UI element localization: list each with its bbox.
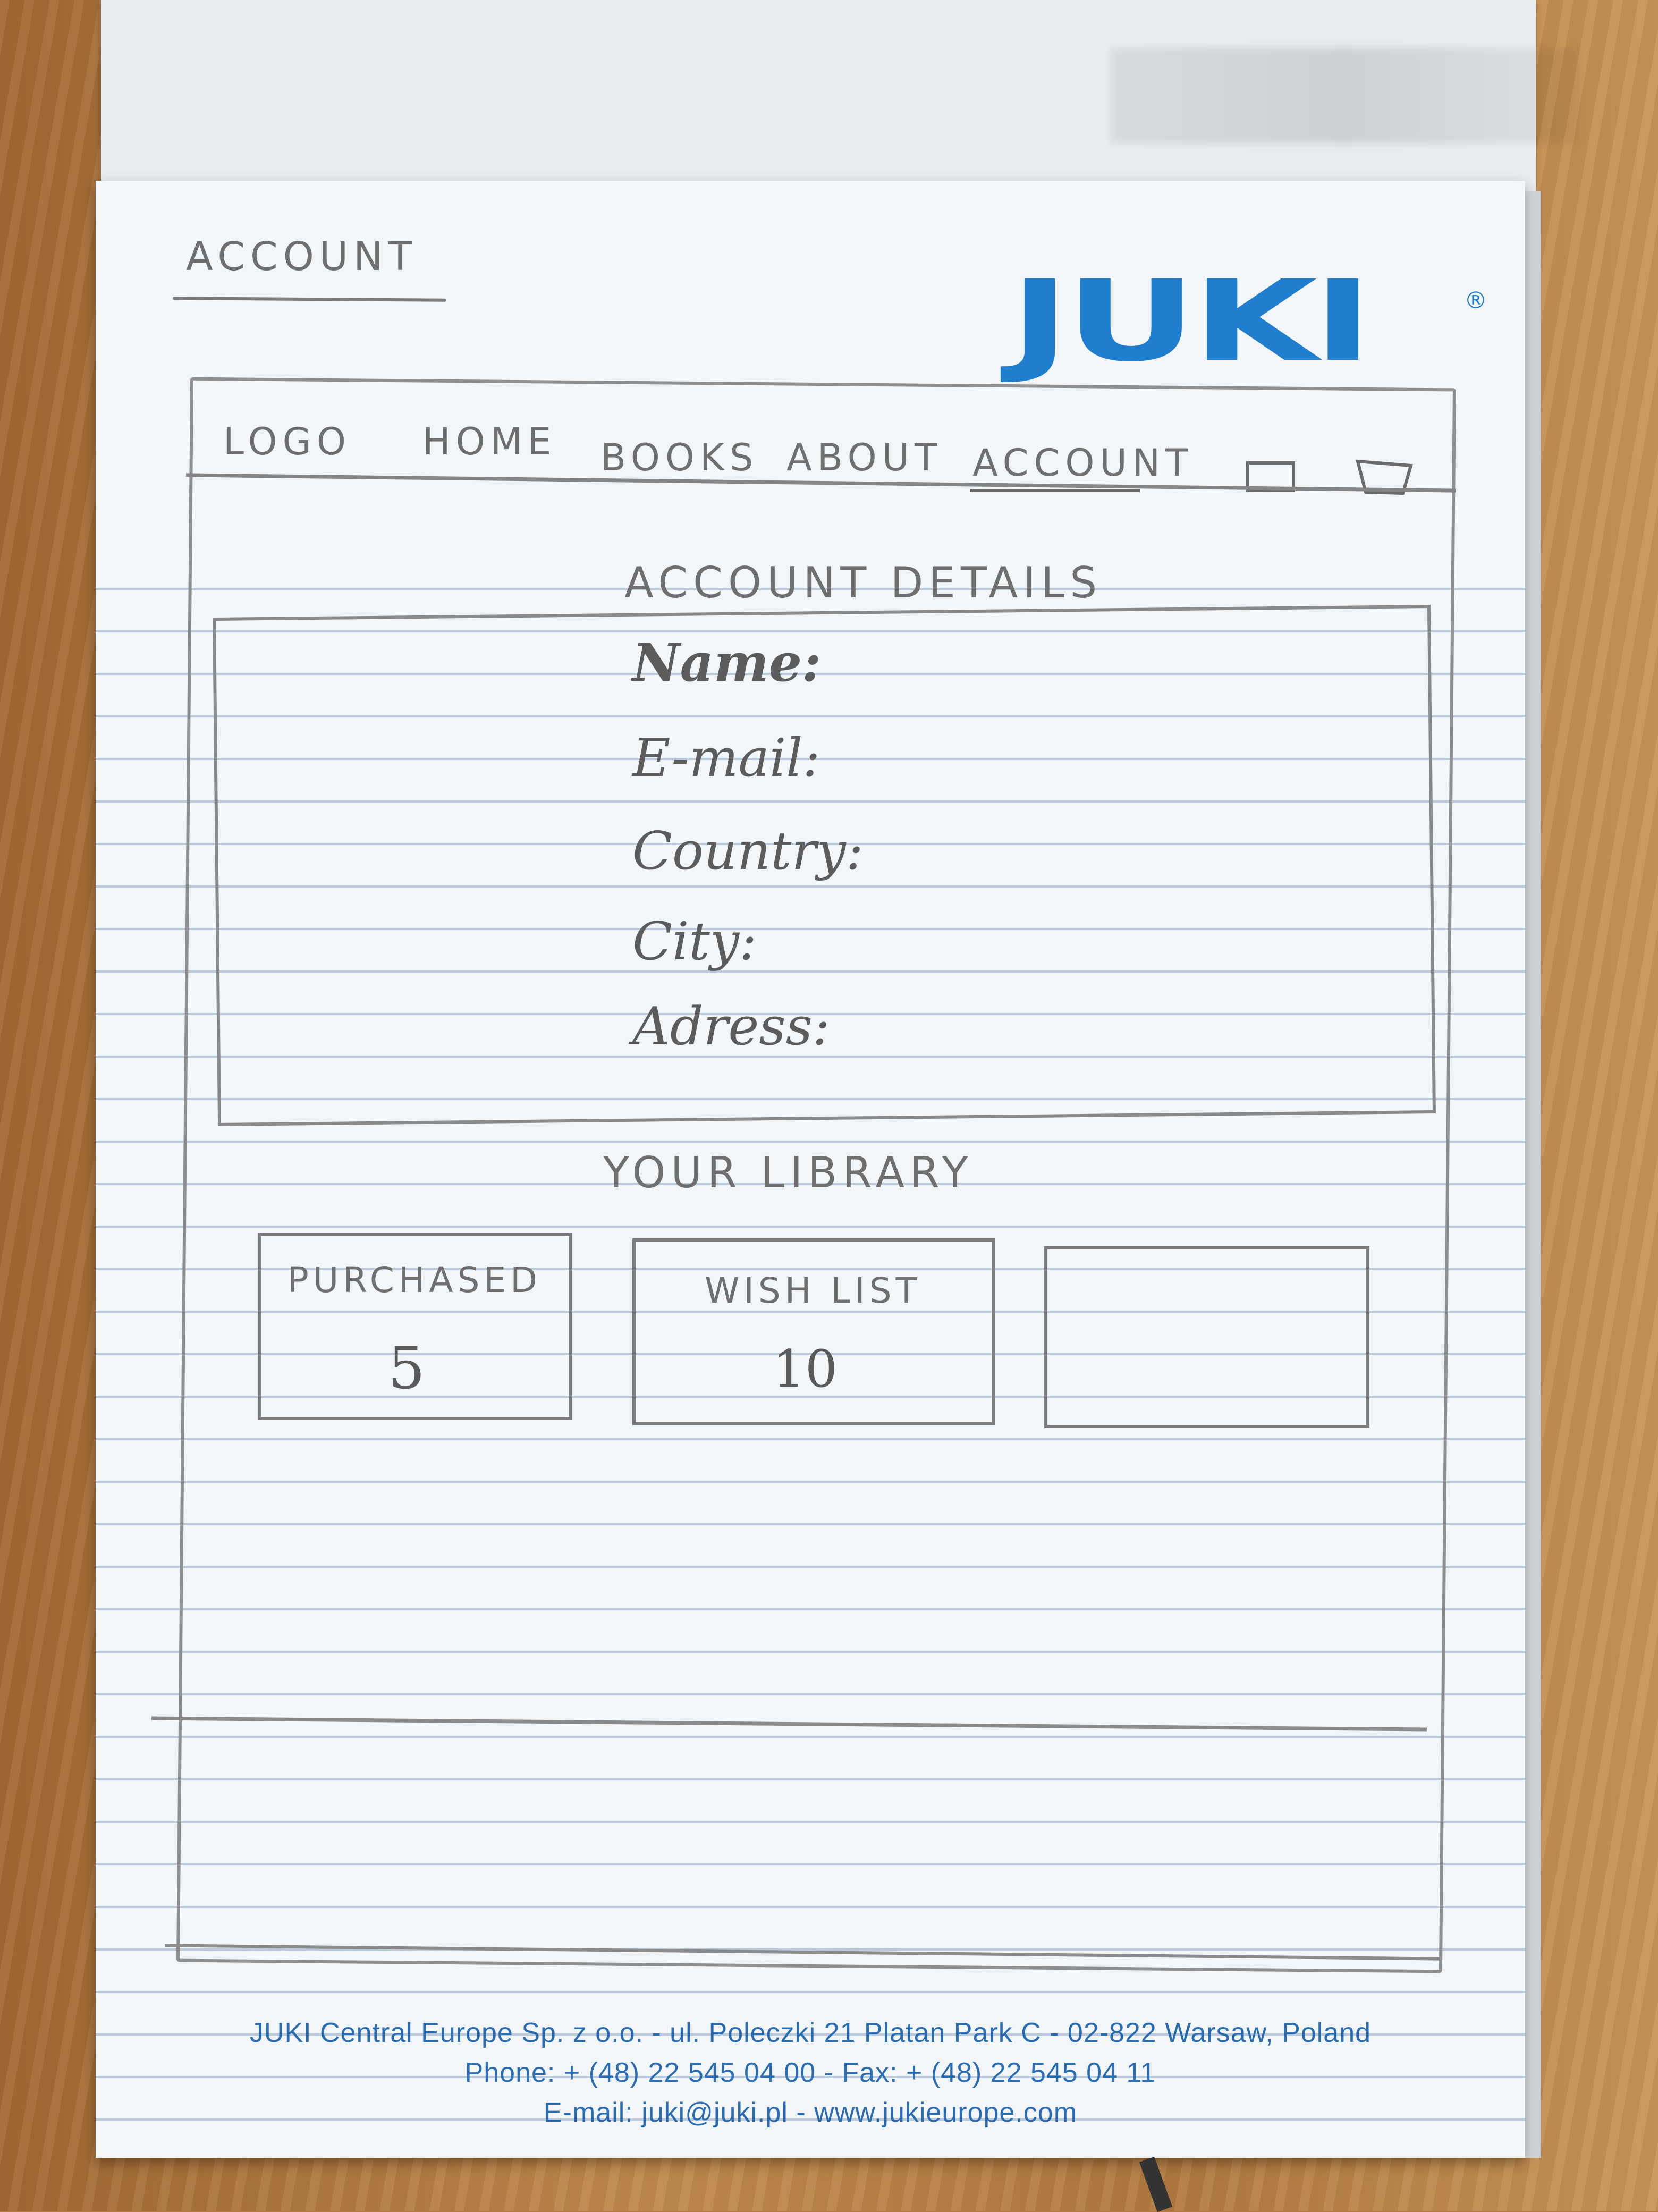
notepad-page-edge bbox=[1525, 191, 1541, 2158]
cart-icon[interactable] bbox=[1355, 456, 1414, 499]
field-address: Adress: bbox=[632, 997, 830, 1057]
sketch-page-title: ACCOUNT bbox=[186, 234, 418, 280]
juki-logo: JUKI bbox=[1010, 256, 1373, 386]
your-library-heading: YOUR LIBRARY bbox=[603, 1148, 974, 1197]
nav-books[interactable]: BOOKS bbox=[600, 436, 758, 479]
show-through-print bbox=[1111, 48, 1578, 143]
nav-active-underline bbox=[970, 489, 1140, 492]
library-card-empty[interactable] bbox=[1044, 1246, 1369, 1428]
nav-logo[interactable]: LOGO bbox=[223, 420, 351, 463]
company-phone-line: Phone: + (48) 22 545 04 00 - Fax: + (48)… bbox=[464, 2057, 1156, 2088]
registered-mark: ® bbox=[1464, 287, 1487, 314]
nav-about[interactable]: ABOUT bbox=[786, 436, 943, 479]
nav-account[interactable]: ACCOUNT bbox=[972, 441, 1194, 485]
account-details-heading: ACCOUNT DETAILS bbox=[624, 558, 1103, 607]
company-email-line: E-mail: juki@juki.pl - www.jukieurope.co… bbox=[543, 2097, 1078, 2128]
company-address-line: JUKI Central Europe Sp. z o.o. - ul. Pol… bbox=[249, 2017, 1372, 2048]
field-name: Name: bbox=[632, 632, 822, 694]
field-email: E-mail: bbox=[632, 728, 820, 789]
nav-home[interactable]: HOME bbox=[422, 420, 556, 463]
field-country: Country: bbox=[632, 821, 864, 882]
library-card-purchased-label: PURCHASED bbox=[287, 1260, 542, 1301]
library-card-wish-list-label: WISH LIST bbox=[705, 1270, 921, 1311]
library-card-purchased-value: 5 bbox=[388, 1334, 425, 1402]
library-card-wish-list-value: 10 bbox=[772, 1339, 838, 1399]
field-city: City: bbox=[632, 911, 757, 972]
